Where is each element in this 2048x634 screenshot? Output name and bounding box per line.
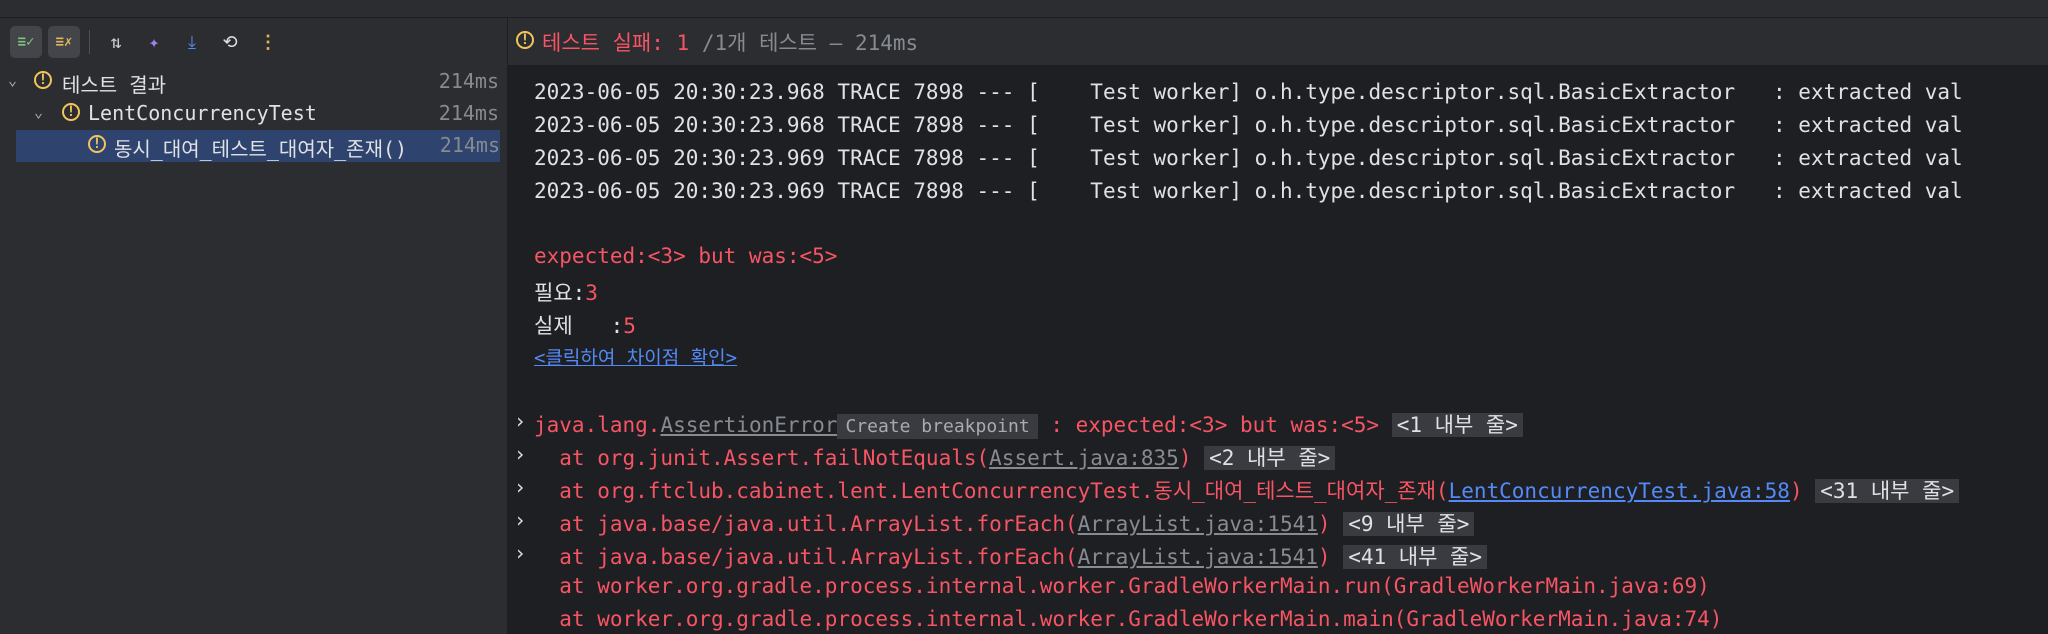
internal-lines-chip[interactable]: <31 내부 줄> [1815, 479, 1960, 503]
stack-frame: at worker.org.gradle.process.internal.wo… [534, 607, 1723, 631]
status-text: 테스트 실패: 1 /1개 테스트 – 214ms [542, 27, 918, 57]
show-ignored-icon: ≡✗ [55, 34, 73, 50]
tree-item-label: 테스트 결과 [62, 73, 167, 97]
stack-frame: at java.base/java.util.ArrayList.forEach… [534, 541, 1488, 571]
log-line: 2023-06-05 20:30:23.968 TRACE 7898 --- [… [534, 80, 1963, 104]
frame-text: at org.ftclub.cabinet.lent.LentConcurren… [534, 479, 1449, 503]
exception-prefix: java.lang. [534, 413, 661, 437]
expand-arrow-icon[interactable]: › [514, 442, 526, 466]
stack-frame: at java.base/java.util.ArrayList.forEach… [534, 508, 1475, 538]
toolbar-separator [89, 30, 90, 54]
frame-text: at java.base/java.util.ArrayList.forEach… [534, 545, 1078, 569]
export-tests-button[interactable]: ⤓ [176, 26, 208, 58]
tree-item-label: 동시_대여_테스트_대여자_존재() [114, 137, 408, 161]
create-breakpoint-tip[interactable]: Create breakpoint [837, 414, 1038, 439]
tree-item-time: 214ms [439, 133, 500, 157]
import-tests-button[interactable]: ✦ [138, 26, 170, 58]
internal-lines-chip[interactable]: <41 내부 줄> [1343, 545, 1488, 569]
log-line: 2023-06-05 20:30:23.968 TRACE 7898 --- [… [534, 113, 1963, 137]
tree-item-test-method[interactable]: ! 동시_대여_테스트_대여자_존재() 214ms [16, 130, 500, 162]
actual-value: 5 [623, 314, 636, 338]
frame-text: ) [1789, 479, 1803, 503]
test-runner-window: ≡✓ ≡✗ ⇅ ✦ ⤓ ⟲ ⋮ ⌄ ! 테스트 결과 214ms ⌄ ! Len… [0, 0, 2048, 634]
status-count: 1 [676, 31, 690, 55]
warning-icon: ! [88, 135, 106, 153]
status-prefix: 테스트 실패: [542, 31, 677, 55]
warning-icon: ! [62, 103, 80, 121]
expand-arrow-icon[interactable]: › [514, 541, 526, 565]
top-border [0, 0, 2048, 18]
chevron-down-icon[interactable]: ⌄ [34, 103, 43, 121]
show-ignored-button[interactable]: ≡✗ [48, 26, 80, 58]
stack-frame: at org.ftclub.cabinet.lent.LentConcurren… [534, 475, 1960, 505]
expand-arrow-icon[interactable]: › [514, 508, 526, 532]
source-link[interactable]: ArrayList.java:1541 [1078, 512, 1318, 536]
exception-message: : expected:<3> but was:<5> [1037, 413, 1380, 437]
frame-text: ) [1178, 446, 1192, 470]
tree-item-test-results[interactable]: ⌄ ! 테스트 결과 214ms [0, 66, 507, 98]
more-options-icon: ⋮ [259, 31, 277, 53]
sort-button[interactable]: ⇅ [100, 26, 132, 58]
chevron-down-icon[interactable]: ⌄ [8, 71, 17, 89]
exception-line: java.lang.AssertionError Create breakpoin… [534, 409, 1523, 439]
warning-icon: ! [516, 31, 534, 49]
actual-label: 실제 : [534, 314, 624, 338]
expand-arrow-icon[interactable]: › [514, 475, 526, 499]
tree-item-time: 214ms [438, 69, 499, 93]
log-line: 2023-06-05 20:30:23.969 TRACE 7898 --- [… [534, 179, 1963, 203]
source-link[interactable]: ArrayList.java:1541 [1078, 545, 1318, 569]
tree-item-time: 214ms [438, 101, 499, 125]
history-icon: ⟲ [222, 31, 238, 53]
source-link[interactable]: LentConcurrencyTest.java:58 [1449, 479, 1790, 503]
source-link[interactable]: Assert.java:835 [989, 446, 1179, 470]
test-toolbar: ≡✓ ≡✗ ⇅ ✦ ⤓ ⟲ ⋮ [0, 18, 507, 66]
test-tree-panel: ≡✓ ≡✗ ⇅ ✦ ⤓ ⟲ ⋮ ⌄ ! 테스트 결과 214ms ⌄ ! Len… [0, 18, 508, 634]
sort-icon: ⇅ [110, 31, 122, 53]
exception-class-link[interactable]: AssertionError [660, 413, 837, 437]
import-tests-icon: ✦ [148, 31, 160, 53]
console-panel: ! 테스트 실패: 1 /1개 테스트 – 214ms 2023-06-05 2… [508, 18, 2048, 634]
internal-lines-chip[interactable]: <2 내부 줄> [1204, 446, 1336, 470]
status-suffix: /1개 테스트 – 214ms [689, 31, 919, 55]
expand-arrow-icon[interactable]: › [514, 409, 526, 433]
more-options-button[interactable]: ⋮ [252, 26, 284, 58]
frame-text: ) [1317, 545, 1331, 569]
assertion-message: expected:<3> but was:<5> [534, 244, 838, 268]
frame-text: at java.base/java.util.ArrayList.forEach… [534, 512, 1078, 536]
expected-value: 3 [585, 281, 598, 305]
stack-frame: at worker.org.gradle.process.internal.wo… [534, 574, 1710, 598]
expected-label: 필요: [534, 281, 586, 305]
show-difference-link[interactable]: <클릭하여 차이점 확인> [534, 343, 737, 370]
history-button[interactable]: ⟲ [214, 26, 246, 58]
internal-lines-chip[interactable]: <9 내부 줄> [1343, 512, 1475, 536]
show-passed-button[interactable]: ≡✓ [10, 26, 42, 58]
log-line: 2023-06-05 20:30:23.969 TRACE 7898 --- [… [534, 146, 1963, 170]
stack-frame: at org.junit.Assert.failNotEquals(Assert… [534, 442, 1336, 472]
expected-line: 필요:3 [534, 277, 598, 307]
warning-icon: ! [34, 71, 52, 89]
test-status-bar: ! 테스트 실패: 1 /1개 테스트 – 214ms [508, 18, 2048, 66]
frame-text: at org.junit.Assert.failNotEquals( [534, 446, 990, 470]
export-tests-icon: ⤓ [188, 31, 196, 53]
internal-lines-chip[interactable]: <1 내부 줄> [1391, 413, 1523, 437]
tree-item-label: LentConcurrencyTest [88, 101, 317, 125]
show-passed-icon: ≡✓ [17, 34, 35, 50]
frame-text: ) [1317, 512, 1331, 536]
actual-line: 실제 :5 [534, 310, 636, 340]
tree-item-test-class[interactable]: ⌄ ! LentConcurrencyTest 214ms [0, 98, 507, 130]
